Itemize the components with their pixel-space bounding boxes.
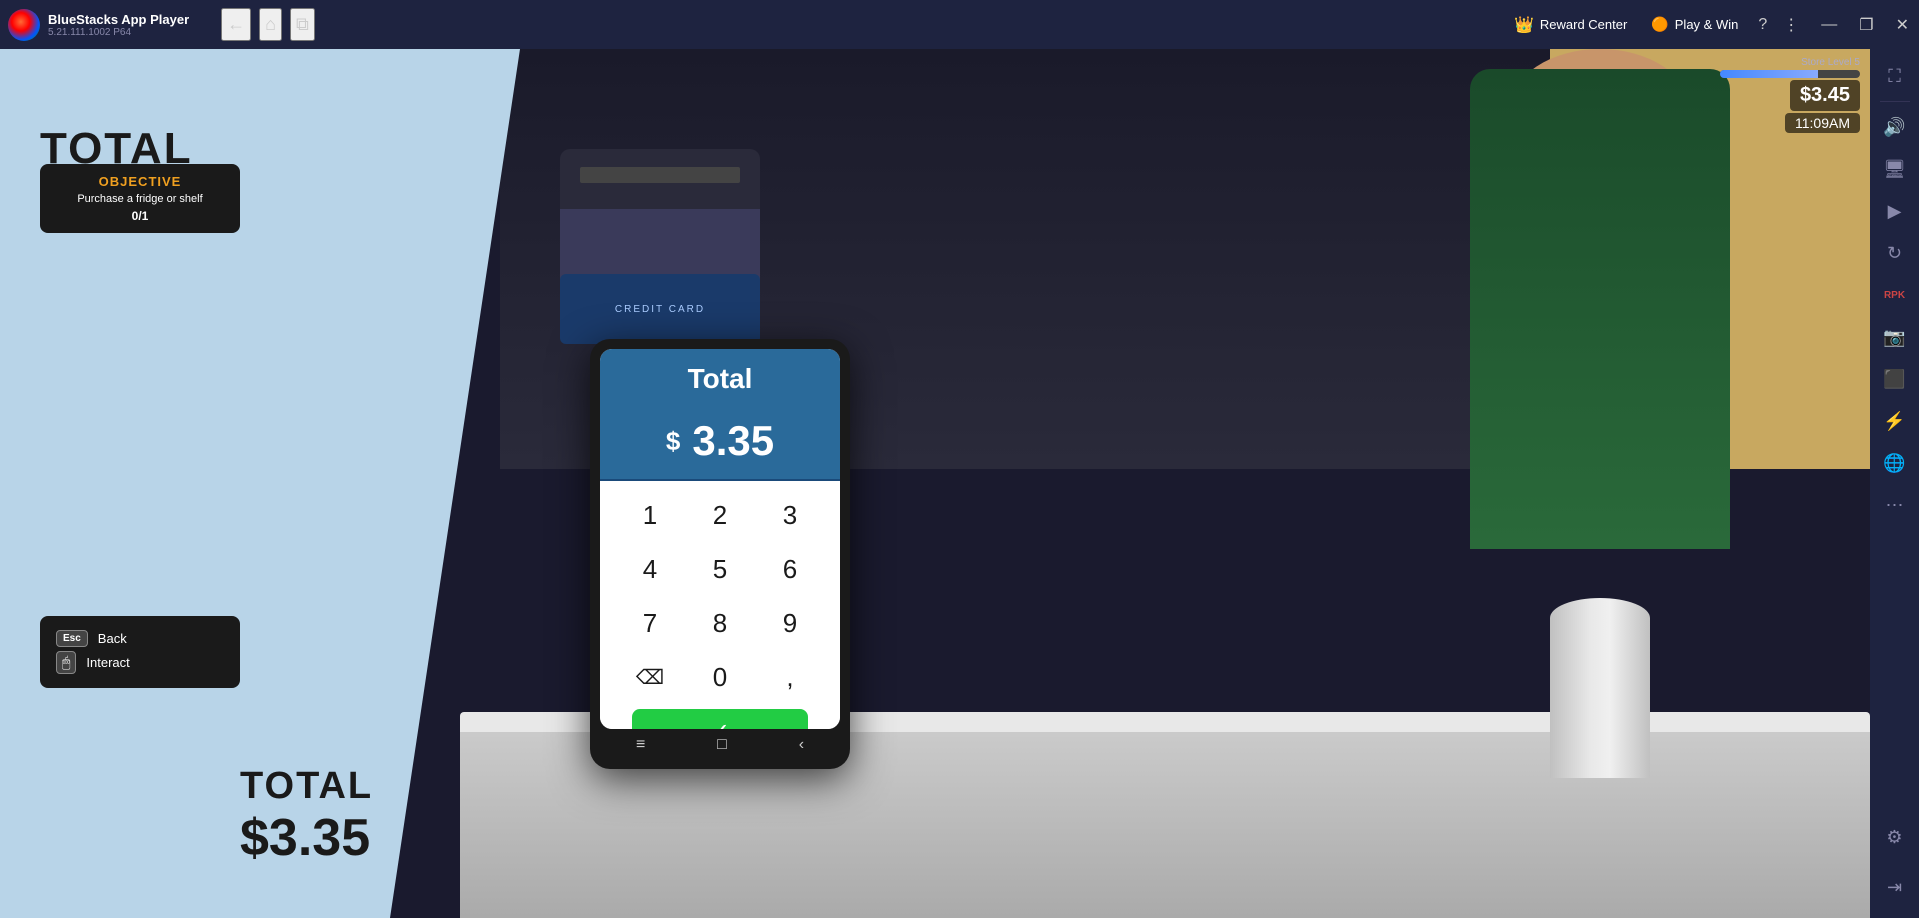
sidebar-more-button[interactable]: ⋯	[1876, 486, 1914, 524]
pos-home-icon[interactable]: □	[717, 736, 727, 754]
pos-total-header: Total	[600, 349, 840, 409]
back-nav-button[interactable]: ←	[221, 8, 251, 41]
keypad: 1 2 3 4 5 6 7 8 9 ⌫ 0 , ✓	[600, 481, 840, 729]
store-level-fill	[1720, 70, 1818, 78]
menu-nav-button[interactable]: ⧉	[290, 8, 315, 41]
app-version: 5.21.111.1002 P64	[48, 27, 189, 38]
orange-circle-icon: 🟠	[1651, 16, 1668, 33]
key-7[interactable]: 7	[616, 597, 684, 649]
sidebar-location-button[interactable]: 🌐	[1876, 444, 1914, 482]
key-6[interactable]: 6	[756, 543, 824, 595]
esc-key-badge: Esc	[56, 630, 88, 647]
reward-center-label: Reward Center	[1540, 17, 1627, 32]
objective-progress: 0/1	[56, 209, 224, 223]
pos-total-text: Total	[688, 363, 753, 395]
sidebar-divider-1	[1880, 101, 1910, 102]
pos-android-nav-bar: ≡ □ ‹	[600, 731, 840, 759]
money-display: $3.45	[1790, 80, 1860, 111]
objective-description: Purchase a fridge or shelf	[56, 193, 224, 205]
cylinder-object	[1550, 598, 1650, 778]
pos-amount-value: 3.35	[692, 417, 774, 465]
nav-buttons: ← ⌂ ⧉	[221, 8, 315, 41]
sidebar-expand-button[interactable]: ⇥	[1876, 868, 1914, 906]
pos-screen: Total $ 3.35 1 2 3 4 5 6 7 8 9 ⌫ 0	[600, 349, 840, 729]
sidebar-volume-button[interactable]: 🔊	[1876, 108, 1914, 146]
time-display: 11:09AM	[1785, 113, 1860, 133]
cashier-body	[1470, 69, 1730, 549]
key-4[interactable]: 4	[616, 543, 684, 595]
key-5[interactable]: 5	[686, 543, 754, 595]
hud-area: Store Level 5 $3.45 11:09AM	[1720, 57, 1860, 133]
key-9[interactable]: 9	[756, 597, 824, 649]
key-comma[interactable]: ,	[756, 651, 824, 703]
total-bottom-area: TOTAL $3.35	[240, 765, 373, 868]
pos-back-icon[interactable]: ‹	[799, 736, 804, 754]
bluestacks-logo	[8, 9, 40, 41]
sidebar-record-button[interactable]: ⬛	[1876, 360, 1914, 398]
controls-box: Esc Back 🖱 Interact	[40, 616, 240, 688]
interact-control-label: Interact	[86, 655, 129, 670]
pos-confirm-button[interactable]: ✓	[632, 709, 808, 729]
left-receipt-panel: TOTAL OBJECTIVE Purchase a fridge or she…	[0, 49, 520, 918]
window-controls: — ❐ ✕	[1811, 9, 1919, 41]
store-level-bar	[1720, 70, 1860, 78]
key-3[interactable]: 3	[756, 489, 824, 541]
minimize-button[interactable]: —	[1811, 10, 1847, 40]
sidebar-fullscreen-button[interactable]: ⛶	[1876, 57, 1914, 95]
interact-control-row: 🖱 Interact	[56, 651, 224, 674]
sidebar-screen-button[interactable]: 🖥	[1876, 150, 1914, 188]
total-bottom-label: TOTAL	[240, 765, 373, 808]
esc-control-row: Esc Back	[56, 630, 224, 647]
key-8[interactable]: 8	[686, 597, 754, 649]
pos-menu-icon[interactable]: ≡	[636, 736, 645, 754]
sidebar-macro-button[interactable]: ⚡	[1876, 402, 1914, 440]
app-title-area: BlueStacks App Player 5.21.111.1002 P64	[48, 12, 189, 38]
sidebar-play-button[interactable]: ▶	[1876, 192, 1914, 230]
pos-terminal[interactable]: Total $ 3.35 1 2 3 4 5 6 7 8 9 ⌫ 0	[590, 339, 850, 769]
sidebar-screenshot-button[interactable]: 📷	[1876, 318, 1914, 356]
sidebar-settings-button[interactable]: ⚙	[1876, 818, 1914, 856]
keypad-grid: 1 2 3 4 5 6 7 8 9 ⌫ 0 ,	[616, 489, 824, 703]
play-win-button[interactable]: 🟠 Play & Win	[1639, 10, 1750, 39]
play-win-label: Play & Win	[1675, 17, 1739, 32]
reward-center-button[interactable]: 👑 Reward Center	[1502, 9, 1639, 41]
objective-title: OBJECTIVE	[56, 174, 224, 189]
objective-box: OBJECTIVE Purchase a fridge or shelf 0/1	[40, 164, 240, 233]
pos-dollar-sign: $	[666, 426, 680, 457]
home-nav-button[interactable]: ⌂	[259, 8, 282, 41]
restore-button[interactable]: ❐	[1849, 9, 1883, 41]
game-area: TOTAL OBJECTIVE Purchase a fridge or she…	[0, 49, 1870, 918]
back-control-label: Back	[98, 631, 127, 646]
right-sidebar: ⛶ 🔊 🖥 ▶ ↻ RPK 📷 ⬛ ⚡ 🌐 ⋯ ⚙ ⇥	[1870, 49, 1919, 918]
confirm-check-icon: ✓	[710, 718, 730, 730]
card-reader-label: CREDIT CARD	[615, 304, 705, 315]
sidebar-refresh-button[interactable]: ↻	[1876, 234, 1914, 272]
app-title: BlueStacks App Player	[48, 12, 189, 27]
printer-slot	[580, 167, 740, 183]
help-button[interactable]: ?	[1750, 10, 1775, 40]
sidebar-rpk-button[interactable]: RPK	[1876, 276, 1914, 314]
card-reader: CREDIT CARD	[560, 274, 760, 344]
key-backspace[interactable]: ⌫	[616, 651, 684, 703]
mouse-key-icon: 🖱	[56, 651, 76, 674]
total-bottom-amount: $3.35	[240, 808, 373, 868]
titlebar: BlueStacks App Player 5.21.111.1002 P64 …	[0, 0, 1919, 49]
key-0[interactable]: 0	[686, 651, 754, 703]
pos-amount-row: $ 3.35	[600, 409, 840, 481]
more-options-button[interactable]: ⋮	[1775, 9, 1807, 41]
key-2[interactable]: 2	[686, 489, 754, 541]
close-button[interactable]: ✕	[1886, 9, 1919, 41]
crown-icon: 👑	[1514, 15, 1534, 35]
store-level-label: Store Level 5	[1801, 57, 1860, 68]
key-1[interactable]: 1	[616, 489, 684, 541]
